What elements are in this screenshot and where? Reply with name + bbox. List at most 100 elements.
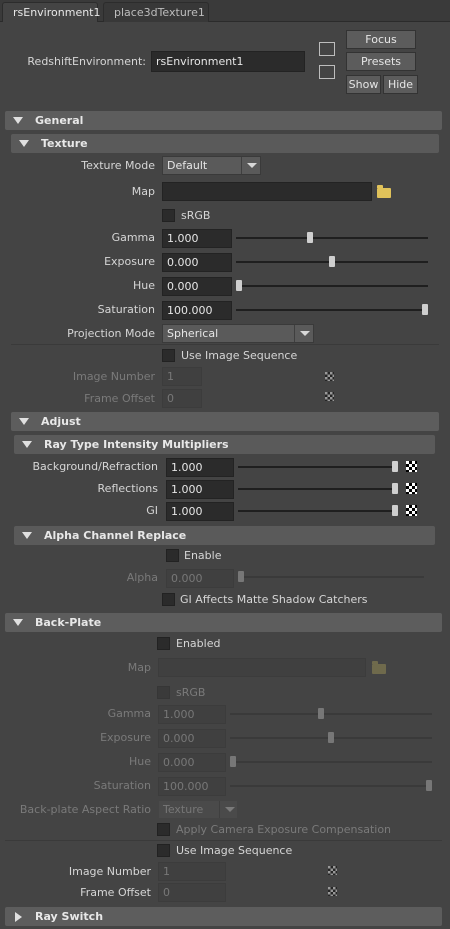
texture-map-icon[interactable] [406,505,417,516]
gamma-slider-handle[interactable] [306,232,313,243]
section-texture-title: Texture [41,137,88,150]
texture-mode-label: Texture Mode [81,159,155,172]
tab-rsenvironment1[interactable]: rsEnvironment1 [2,2,101,22]
reflections-slider-handle[interactable] [392,483,398,494]
section-alpha-channel-replace[interactable]: Alpha Channel Replace [14,526,435,545]
reflections-slider-track[interactable] [238,488,398,490]
chevron-down-icon [241,157,261,174]
alpha-slider-handle[interactable] [238,571,244,582]
texture-map-icon[interactable] [406,461,417,472]
bp-exposure-slider-handle[interactable] [328,732,334,743]
bp-srgb-checkbox[interactable] [157,686,170,699]
alpha-label: Alpha [126,571,158,584]
keyframe-icon[interactable] [328,887,337,896]
section-adjust[interactable]: Adjust [11,412,439,431]
section-general-title: General [35,114,84,127]
texture-mode-dropdown[interactable]: Default [162,156,261,175]
reflections-label: Reflections [97,482,158,495]
bp-saturation-slider-handle[interactable] [426,780,432,791]
exposure-field[interactable]: 0.000 [162,253,232,272]
background-refraction-slider-handle[interactable] [392,461,398,472]
bp-exposure-field[interactable]: 0.000 [158,729,226,748]
focus-button[interactable]: Focus [346,30,416,49]
exposure-slider-handle[interactable] [329,256,335,267]
use-image-sequence-checkbox[interactable] [162,349,175,362]
section-back-plate-title: Back-Plate [35,616,102,629]
srgb-checkbox[interactable] [162,209,175,222]
map-label: Map [131,185,155,198]
hue-slider-track[interactable] [236,285,428,287]
background-refraction-field[interactable]: 1.000 [166,458,234,477]
bp-aspect-ratio-dropdown[interactable]: Texture [158,800,238,819]
collapse-arrow-icon [22,532,32,539]
show-button[interactable]: Show [346,75,381,94]
collapse-arrow-icon [19,140,29,147]
bp-hue-slider-handle[interactable] [230,756,236,767]
bp-hue-field[interactable]: 0.000 [158,753,226,772]
collapse-arrow-icon [19,418,29,425]
image-number-label: Image Number [72,370,155,383]
section-general[interactable]: General [5,111,442,130]
alpha-field[interactable]: 0.000 [166,569,234,588]
keyframe-icon[interactable] [325,392,334,401]
saturation-slider-track[interactable] [236,309,428,311]
bp-gamma-slider-handle[interactable] [318,708,325,719]
folder-icon[interactable] [372,661,386,674]
collapse-arrow-icon [13,117,23,124]
folder-icon[interactable] [377,185,391,198]
bp-saturation-field[interactable]: 100.000 [158,777,226,796]
saturation-slider-handle[interactable] [422,304,428,315]
tab-place3dtexture1[interactable]: place3dTexture1 [103,2,209,22]
map-field[interactable] [162,182,372,201]
section-back-plate[interactable]: Back-Plate [5,613,442,632]
enable-checkbox[interactable] [166,549,179,562]
gi-slider-handle[interactable] [392,505,398,516]
section-ray-switch[interactable]: Ray Switch [5,907,442,926]
saturation-field[interactable]: 100.000 [162,301,232,320]
bp-hue-slider-track[interactable] [230,761,432,763]
hue-slider-handle[interactable] [236,280,242,291]
saturation-label: Saturation [97,303,155,316]
exposure-label: Exposure [104,255,155,268]
frame-offset-label: Frame Offset [84,392,155,405]
bp-aspect-ratio-label: Back-plate Aspect Ratio [19,803,151,816]
texture-map-icon[interactable] [406,483,417,494]
alpha-slider-track[interactable] [238,576,424,578]
section-ray-switch-title: Ray Switch [35,910,104,923]
bp-gamma-field[interactable]: 1.000 [158,705,226,724]
bp-image-number-field[interactable]: 1 [158,862,226,881]
gamma-field[interactable]: 1.000 [162,229,232,248]
expand-arrow-icon [15,912,22,922]
gi-slider-track[interactable] [238,510,398,512]
bp-map-field[interactable] [158,658,366,677]
image-number-field[interactable]: 1 [162,367,202,386]
gamma-slider-track[interactable] [236,237,428,239]
frame-offset-field[interactable]: 0 [162,389,202,408]
gi-field[interactable]: 1.000 [166,502,234,521]
keyframe-icon[interactable] [328,866,337,875]
keyframe-icon[interactable] [325,372,334,381]
hide-button[interactable]: Hide [383,75,418,94]
chevron-down-icon [219,801,239,818]
background-refraction-slider-track[interactable] [238,466,398,468]
reflections-field[interactable]: 1.000 [166,480,234,499]
divider [5,840,442,841]
input-connections-icon[interactable] [319,42,335,56]
bp-gamma-slider-track[interactable] [230,713,432,715]
projection-mode-label: Projection Mode [67,327,155,340]
output-connections-icon[interactable] [319,65,335,79]
bp-frame-offset-field[interactable]: 0 [158,883,226,902]
presets-button[interactable]: Presets [346,52,416,71]
back-plate-enabled-checkbox[interactable] [157,637,170,650]
bp-saturation-slider-track[interactable] [230,785,432,787]
gi-affects-matte-checkbox[interactable] [162,593,175,606]
projection-mode-dropdown[interactable]: Spherical [162,324,314,343]
bp-use-image-sequence-checkbox[interactable] [157,844,170,857]
projection-mode-value: Spherical [167,327,219,340]
hue-field[interactable]: 0.000 [162,277,232,296]
camera-exposure-checkbox[interactable] [157,823,170,836]
section-ray-type-intensity[interactable]: Ray Type Intensity Multipliers [14,435,435,454]
section-texture[interactable]: Texture [11,134,439,153]
back-plate-enabled-label: Enabled [176,637,221,650]
node-name-field[interactable]: rsEnvironment1 [151,51,305,72]
